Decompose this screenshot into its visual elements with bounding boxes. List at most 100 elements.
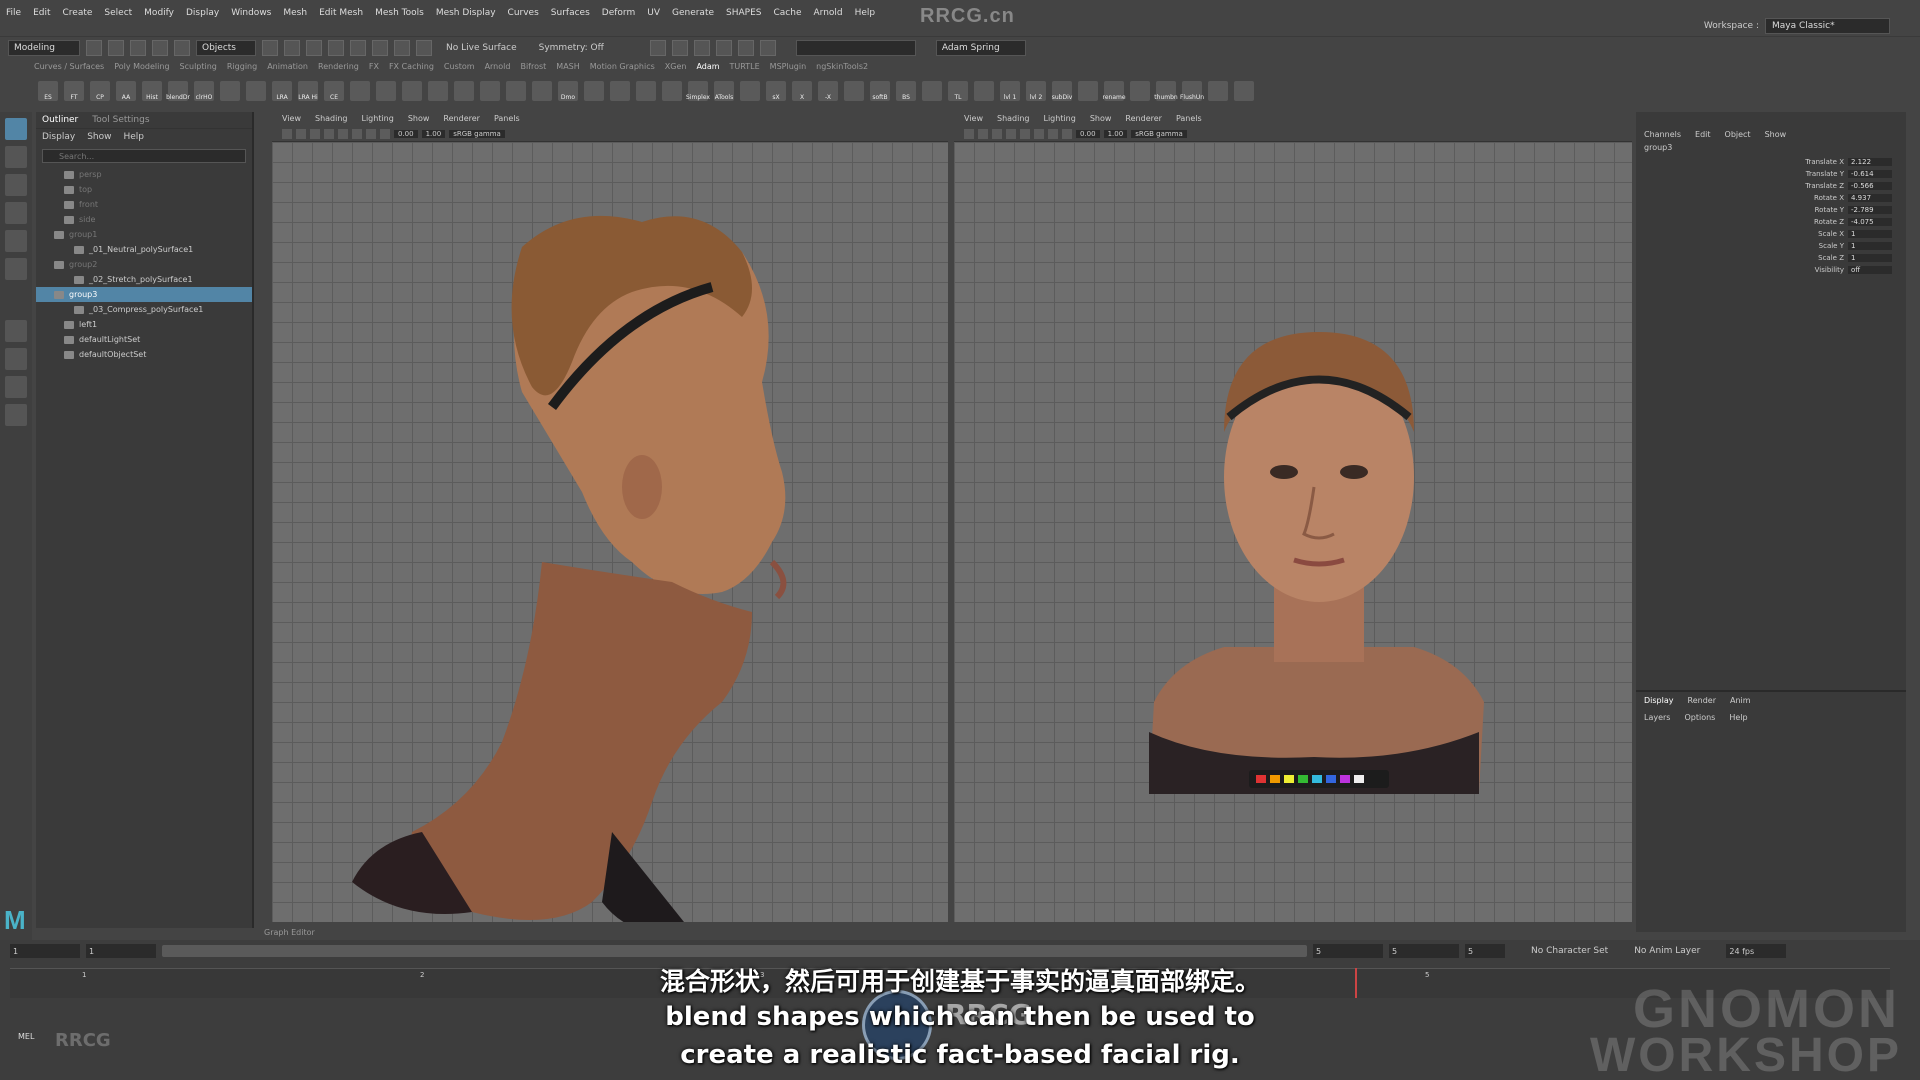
channel-value[interactable]: 1 bbox=[1848, 242, 1892, 250]
viewport-menu-item[interactable]: Panels bbox=[1176, 114, 1202, 124]
menu-item[interactable]: Select bbox=[104, 8, 132, 18]
shelf-tool-icon[interactable]: softB bbox=[870, 81, 890, 101]
shelf-tool-icon[interactable] bbox=[402, 81, 422, 101]
shelf-tool-icon[interactable]: CE bbox=[324, 81, 344, 101]
snap-plane-icon[interactable] bbox=[394, 39, 410, 56]
exposure-value[interactable]: 0.00 bbox=[1076, 129, 1100, 138]
viewport-right[interactable] bbox=[954, 142, 1632, 922]
channel-row[interactable]: Scale Y 1 bbox=[1636, 240, 1892, 252]
snap-point-icon[interactable] bbox=[372, 39, 388, 56]
four-view-layout-icon[interactable] bbox=[5, 348, 27, 370]
shelf-tab[interactable]: Animation bbox=[267, 62, 308, 76]
shelf-tool-icon[interactable] bbox=[1208, 81, 1228, 101]
shelf-tool-icon[interactable] bbox=[636, 81, 656, 101]
outliner-item[interactable]: left1 bbox=[36, 317, 252, 332]
menu-item[interactable]: Display bbox=[186, 8, 219, 18]
channel-value[interactable]: 1 bbox=[1848, 254, 1892, 262]
shelf-tab[interactable]: MASH bbox=[556, 62, 579, 76]
menu-item[interactable]: SHAPES bbox=[726, 8, 761, 18]
layer-tab[interactable]: Render bbox=[1688, 696, 1716, 705]
channel-value[interactable]: -2.789 bbox=[1848, 206, 1892, 214]
open-scene-icon[interactable] bbox=[108, 39, 124, 56]
outliner-tab[interactable]: Tool Settings bbox=[92, 115, 149, 125]
menu-item[interactable]: File bbox=[6, 8, 21, 18]
outliner-item[interactable]: group1 bbox=[36, 227, 252, 242]
outliner-item[interactable]: front bbox=[36, 197, 252, 212]
shelf-tool-icon[interactable] bbox=[1130, 81, 1150, 101]
current-frame-field[interactable]: 5 bbox=[1465, 944, 1505, 958]
viewport-menu-item[interactable]: Lighting bbox=[1043, 114, 1075, 124]
shelf-tool-icon[interactable] bbox=[974, 81, 994, 101]
outliner-item[interactable]: persp bbox=[36, 167, 252, 182]
viewport-menu-item[interactable]: Show bbox=[1090, 114, 1112, 124]
channel-box-menu-item[interactable]: Edit bbox=[1695, 130, 1711, 139]
shelf-tool-icon[interactable] bbox=[480, 81, 500, 101]
anim-layer-label[interactable]: No Anim Layer bbox=[1634, 946, 1700, 956]
menu-item[interactable]: Edit Mesh bbox=[319, 8, 363, 18]
channel-value[interactable]: -0.614 bbox=[1848, 170, 1892, 178]
shelf-tab[interactable]: FX Caching bbox=[389, 62, 434, 76]
character-set-label[interactable]: No Character Set bbox=[1531, 946, 1608, 956]
move-tool-icon[interactable] bbox=[5, 202, 27, 224]
channel-row[interactable]: Translate Z -0.566 bbox=[1636, 180, 1892, 192]
shelf-tab[interactable]: ngSkinTools2 bbox=[816, 62, 868, 76]
snap-surface-icon[interactable] bbox=[416, 39, 432, 56]
shelf-tab[interactable]: Rigging bbox=[227, 62, 257, 76]
outliner-menu-item[interactable]: Show bbox=[87, 132, 111, 142]
shelf-tool-icon[interactable]: AA bbox=[116, 81, 136, 101]
shelf-tab[interactable]: Arnold bbox=[485, 62, 511, 76]
shelf-tool-icon[interactable]: rename bbox=[1102, 81, 1126, 101]
outliner-item[interactable]: defaultLightSet bbox=[36, 332, 252, 347]
start-time-field[interactable]: 1 bbox=[10, 944, 80, 958]
outliner-menu-item[interactable]: Display bbox=[42, 132, 75, 142]
render-icon[interactable] bbox=[671, 39, 688, 56]
channel-value[interactable]: 1 bbox=[1848, 230, 1892, 238]
shelf-tool-icon[interactable]: ATools bbox=[714, 81, 734, 101]
menu-item[interactable]: Surfaces bbox=[551, 8, 590, 18]
outliner-item[interactable]: group2 bbox=[36, 257, 252, 272]
channel-row[interactable]: Visibility off bbox=[1636, 264, 1892, 276]
shelf-tool-icon[interactable] bbox=[740, 81, 760, 101]
gamma-value[interactable]: 1.00 bbox=[1103, 129, 1128, 138]
save-scene-icon[interactable] bbox=[130, 39, 146, 56]
channel-box-menu-item[interactable]: Show bbox=[1765, 130, 1787, 139]
channel-row[interactable]: Rotate X 4.937 bbox=[1636, 192, 1892, 204]
channel-row[interactable]: Rotate Y -2.789 bbox=[1636, 204, 1892, 216]
shelf-tab[interactable]: Rendering bbox=[318, 62, 359, 76]
shelf-tool-icon[interactable]: FlushUn bbox=[1180, 81, 1204, 101]
ipr-render-icon[interactable] bbox=[693, 39, 710, 56]
shelf-tab[interactable]: Adam bbox=[696, 62, 719, 76]
viewport-menu-item[interactable]: View bbox=[282, 114, 301, 124]
viewport-menu-item[interactable]: Renderer bbox=[443, 114, 480, 124]
render-view-icon[interactable] bbox=[649, 39, 666, 56]
menu-item[interactable]: Create bbox=[63, 8, 93, 18]
channel-row[interactable]: Scale X 1 bbox=[1636, 228, 1892, 240]
shelf-tool-icon[interactable] bbox=[662, 81, 682, 101]
menu-item[interactable]: Generate bbox=[672, 8, 714, 18]
single-view-layout-icon[interactable] bbox=[5, 320, 27, 342]
shelf-tool-icon[interactable]: clrHO bbox=[194, 81, 214, 101]
channel-row[interactable]: Rotate Z -4.075 bbox=[1636, 216, 1892, 228]
pause-icon[interactable] bbox=[759, 39, 776, 56]
shelf-tool-icon[interactable]: lvl 1 bbox=[1000, 81, 1020, 101]
shelf-tab[interactable]: MSPlugin bbox=[770, 62, 806, 76]
menu-item[interactable]: Cache bbox=[774, 8, 802, 18]
menu-item[interactable]: Windows bbox=[231, 8, 271, 18]
camera-icon[interactable] bbox=[964, 128, 974, 139]
menu-item[interactable]: Mesh Display bbox=[436, 8, 496, 18]
gamma-value[interactable]: 1.00 bbox=[421, 129, 446, 138]
shelf-tool-icon[interactable]: X bbox=[792, 81, 812, 101]
shelf-tool-icon[interactable] bbox=[454, 81, 474, 101]
outliner-item[interactable]: side bbox=[36, 212, 252, 227]
viewport-left[interactable] bbox=[272, 142, 948, 922]
viewport-menu-item[interactable]: View bbox=[964, 114, 983, 124]
outliner-search-input[interactable]: Search... bbox=[42, 149, 246, 163]
shelf-tab[interactable]: Poly Modeling bbox=[114, 62, 169, 76]
shelf-tool-icon[interactable] bbox=[1078, 81, 1098, 101]
shadows-icon[interactable] bbox=[352, 128, 362, 139]
viewport-menu-item[interactable]: Shading bbox=[315, 114, 348, 124]
shelf-tool-icon[interactable] bbox=[922, 81, 942, 101]
menu-item[interactable]: Mesh bbox=[283, 8, 307, 18]
channel-value[interactable]: 4.937 bbox=[1848, 194, 1892, 202]
select-hierarchy-icon[interactable] bbox=[262, 39, 278, 56]
